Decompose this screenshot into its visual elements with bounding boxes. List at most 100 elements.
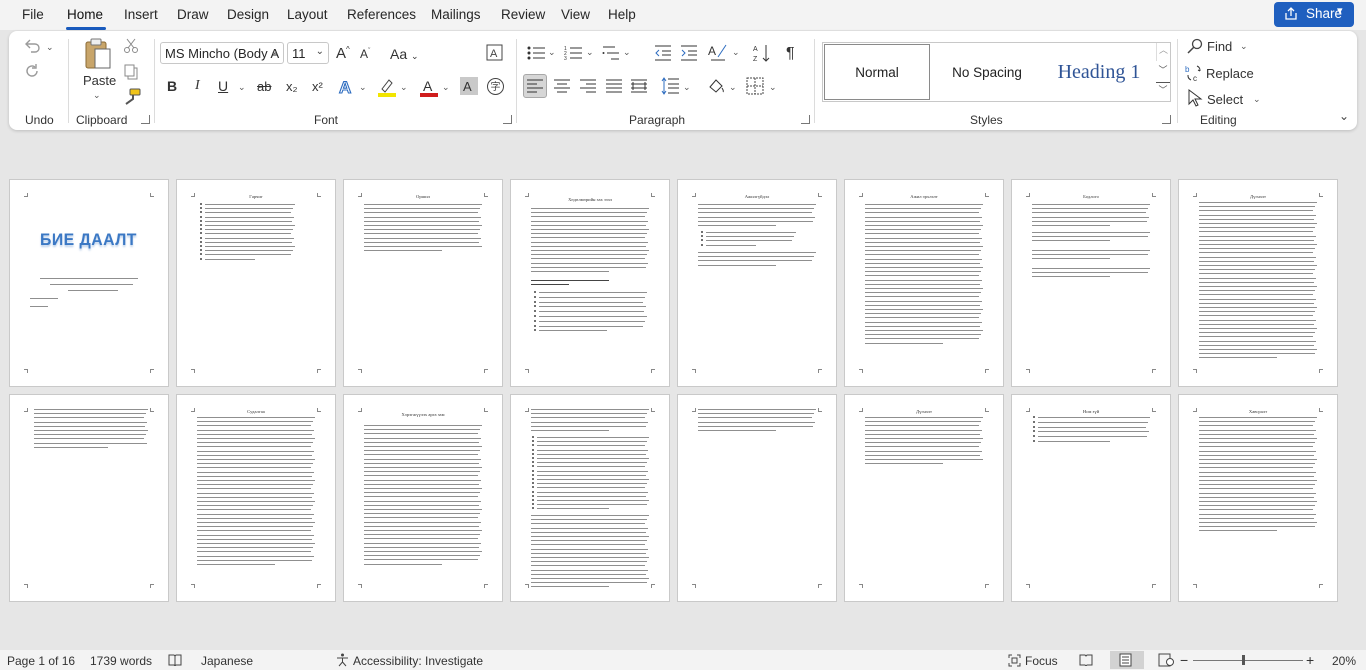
bullets-icon[interactable]	[527, 45, 545, 61]
subscript-button[interactable]: x₂	[286, 80, 298, 93]
read-mode-icon[interactable]	[1079, 654, 1093, 666]
page-thumbnail-11[interactable]: Хэрэгжүүлэх арга зам	[343, 394, 503, 602]
copy-icon[interactable]	[123, 64, 139, 80]
style-no-spacing[interactable]: No Spacing	[934, 44, 1040, 100]
italic-button[interactable]: I	[195, 79, 200, 93]
character-shading-icon[interactable]: A	[460, 77, 478, 95]
clear-formatting-icon[interactable]: A	[486, 44, 503, 61]
chevron-down-icon[interactable]: ⌄	[1253, 94, 1261, 105]
paste-label[interactable]: Paste	[83, 74, 116, 87]
page-thumbnail-6[interactable]: Ажил эрхлэлт	[844, 179, 1004, 387]
select-button[interactable]: Select	[1207, 93, 1243, 106]
align-center-icon[interactable]	[554, 79, 570, 93]
menu-home[interactable]: Home	[67, 7, 103, 22]
menu-view[interactable]: View	[561, 7, 590, 22]
focus-label[interactable]: Focus	[1025, 654, 1058, 668]
text-effects-icon[interactable]: A	[337, 77, 357, 97]
sort-icon[interactable]: AZ	[753, 43, 771, 63]
chevron-down-icon[interactable]: ⌄	[442, 82, 450, 93]
show-formatting-marks-button[interactable]: ¶	[786, 46, 795, 62]
zoom-slider-thumb[interactable]	[1242, 655, 1245, 665]
font-name-dropdown[interactable]: MS Mincho (Body A ⌄	[160, 42, 284, 64]
page-thumbnail-7[interactable]: Бодлого	[1011, 179, 1171, 387]
redo-icon[interactable]	[23, 62, 41, 80]
distributed-icon[interactable]	[631, 79, 647, 93]
zoom-slider-track[interactable]	[1193, 660, 1303, 661]
chevron-down-icon[interactable]: ⌄	[586, 47, 594, 58]
underline-button[interactable]: U	[218, 79, 228, 93]
font-color-icon[interactable]: A	[419, 77, 439, 97]
decrease-indent-icon[interactable]	[654, 45, 672, 61]
format-painter-icon[interactable]	[123, 88, 141, 106]
grow-font-button[interactable]: A^	[336, 46, 350, 62]
menu-review[interactable]: Review	[501, 7, 545, 22]
chevron-down-icon[interactable]: ⌄	[400, 82, 408, 93]
chevron-down-icon[interactable]: ⌄	[548, 47, 556, 58]
chevron-down-icon[interactable]: ⌄	[683, 82, 691, 93]
gallery-more-icon[interactable]: ﹀	[1156, 82, 1170, 100]
chevron-down-icon[interactable]: ⌄	[238, 82, 246, 93]
menu-insert[interactable]: Insert	[124, 7, 158, 22]
shading-icon[interactable]	[706, 77, 726, 97]
borders-icon[interactable]	[746, 77, 764, 95]
chevron-down-icon[interactable]: ⌄	[623, 47, 631, 58]
asian-layout-icon[interactable]: A	[708, 43, 728, 63]
gallery-scroll-up-icon[interactable]: ︿	[1156, 43, 1170, 61]
word-count[interactable]: 1739 words	[90, 654, 152, 668]
web-layout-icon[interactable]	[1158, 653, 1174, 667]
page-thumbnail-13[interactable]	[677, 394, 837, 602]
page-thumbnail-2[interactable]: Гарчиг	[176, 179, 336, 387]
page-thumbnail-1[interactable]: БИЕ ДААЛТ	[9, 179, 169, 387]
menu-layout[interactable]: Layout	[287, 7, 328, 22]
replace-button[interactable]: Replace	[1206, 67, 1254, 80]
page-thumbnail-4[interactable]: Хөдөлмөрийн зах зээл	[510, 179, 670, 387]
dialog-launcher-icon[interactable]	[801, 115, 810, 124]
bold-button[interactable]: B	[167, 79, 177, 93]
font-size-dropdown[interactable]: 11 ⌄	[287, 42, 329, 64]
style-normal[interactable]: Normal	[824, 44, 930, 100]
collapse-ribbon-icon[interactable]: ⌄	[1339, 109, 1349, 123]
page-thumbnail-10[interactable]: Судалгаа	[176, 394, 336, 602]
menu-help[interactable]: Help	[608, 7, 636, 22]
justify-icon[interactable]	[606, 79, 622, 93]
find-button[interactable]: Find	[1207, 40, 1232, 53]
superscript-button[interactable]: x²	[312, 80, 323, 93]
dialog-launcher-icon[interactable]	[503, 115, 512, 124]
page-thumbnail-9[interactable]	[9, 394, 169, 602]
cut-icon[interactable]	[123, 38, 139, 54]
page-thumbnail-15[interactable]: Ном зүй	[1011, 394, 1171, 602]
menu-draw[interactable]: Draw	[177, 7, 209, 22]
shrink-font-button[interactable]: Aˇ	[360, 48, 370, 60]
chevron-down-icon[interactable]: ⌄	[729, 82, 737, 93]
menu-design[interactable]: Design	[227, 7, 269, 22]
page-thumbnail-5[interactable]: Ажилгүйдэл	[677, 179, 837, 387]
page-thumbnail-16[interactable]: Хавсралт	[1178, 394, 1338, 602]
undo-icon[interactable]	[23, 38, 41, 54]
page-thumbnail-8[interactable]: Дүгнэлт	[1178, 179, 1338, 387]
accessibility-icon[interactable]	[336, 653, 349, 667]
numbering-icon[interactable]: 123	[564, 45, 582, 61]
paste-icon[interactable]	[83, 37, 113, 71]
page-count[interactable]: Page 1 of 16	[7, 654, 75, 668]
dialog-launcher-icon[interactable]	[141, 115, 150, 124]
line-spacing-icon[interactable]	[661, 77, 679, 95]
accessibility-status[interactable]: Accessibility: Investigate	[353, 654, 483, 668]
multilevel-list-icon[interactable]	[602, 45, 620, 61]
language[interactable]: Japanese	[201, 654, 253, 668]
chevron-down-icon[interactable]: ⌄	[1240, 41, 1248, 52]
focus-icon[interactable]	[1008, 654, 1021, 667]
zoom-level[interactable]: 20%	[1332, 654, 1356, 668]
page-thumbnail-3[interactable]: Оршил	[343, 179, 503, 387]
menu-file[interactable]: File	[22, 7, 44, 22]
proofing-icon[interactable]	[168, 654, 182, 666]
highlight-icon[interactable]	[377, 77, 397, 97]
chevron-down-icon[interactable]: ⌄	[93, 90, 101, 101]
gallery-scroll-down-icon[interactable]: ﹀	[1156, 63, 1170, 81]
chevron-down-icon[interactable]: ⌄	[769, 82, 777, 93]
align-right-icon[interactable]	[580, 79, 596, 93]
increase-indent-icon[interactable]	[680, 45, 698, 61]
chevron-down-icon[interactable]: ▾	[1337, 4, 1343, 17]
page-thumbnail-14[interactable]: Дүгнэлт	[844, 394, 1004, 602]
dialog-launcher-icon[interactable]	[1162, 115, 1171, 124]
change-case-button[interactable]: Aa ⌄	[390, 47, 419, 61]
